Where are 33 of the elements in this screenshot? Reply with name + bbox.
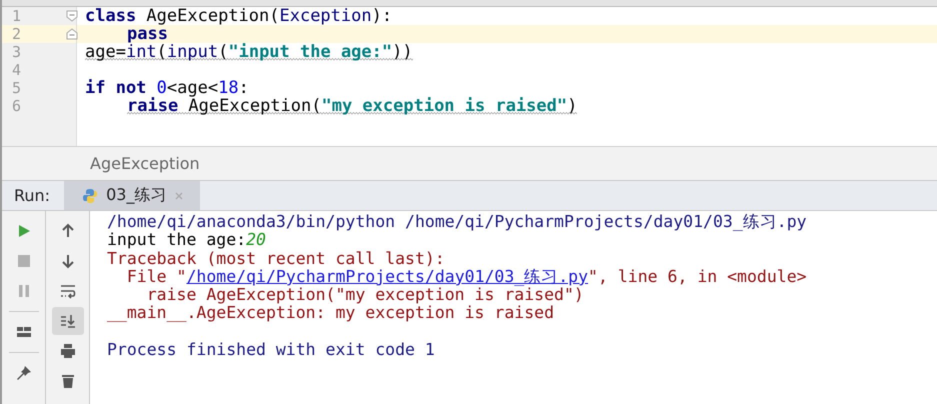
line-number: 5 xyxy=(11,79,22,97)
run-tab[interactable]: 03_练习 xyxy=(64,181,200,210)
breadcrumb[interactable]: AgeException xyxy=(90,154,200,173)
console-line: __main__.AgeException: my exception is raised xyxy=(107,303,554,322)
scroll-to-end-icon xyxy=(60,313,76,329)
trash-icon xyxy=(60,373,76,389)
console-line: /home/qi/anaconda3/bin/python /home/qi/PycharmProjects/day01/03_练习.py xyxy=(107,212,807,231)
code-line: pass xyxy=(127,25,168,43)
arrow-down-icon xyxy=(60,253,76,269)
line-number: 6 xyxy=(11,97,22,115)
file-link[interactable]: /home/qi/PycharmProjects/day01/03_练习.py xyxy=(186,266,588,286)
run-label: Run: xyxy=(13,185,52,207)
console-line: File "/home/qi/PycharmProjects/day01/03_练习.py", line 6, in <module> xyxy=(126,266,807,286)
fold-marker-icon[interactable] xyxy=(66,28,78,40)
layout-icon xyxy=(16,324,32,340)
code-line: class AgeException(Exception): xyxy=(85,7,392,25)
line-number: 3 xyxy=(11,43,22,61)
pin-icon xyxy=(16,365,32,381)
stop-icon xyxy=(16,253,32,269)
soft-wrap-icon xyxy=(60,283,76,299)
scroll-end-button[interactable] xyxy=(52,307,84,335)
line-number: 2 xyxy=(11,25,22,43)
printer-icon xyxy=(60,343,76,359)
file-icon xyxy=(82,188,98,204)
fold-marker-icon[interactable] xyxy=(66,10,78,22)
console-line: input the age:20 xyxy=(107,230,266,250)
console-line: Traceback (most recent call last): xyxy=(107,248,445,268)
line-number: 1 xyxy=(11,7,22,25)
arrow-up-icon xyxy=(60,223,76,239)
console-line: Process finished with exit code 1 xyxy=(107,340,435,360)
console-line: raise AgeException("my exception is raised") xyxy=(146,285,584,304)
line-number: 4 xyxy=(11,61,22,79)
code-line: if not 0<age<18: xyxy=(85,79,249,97)
